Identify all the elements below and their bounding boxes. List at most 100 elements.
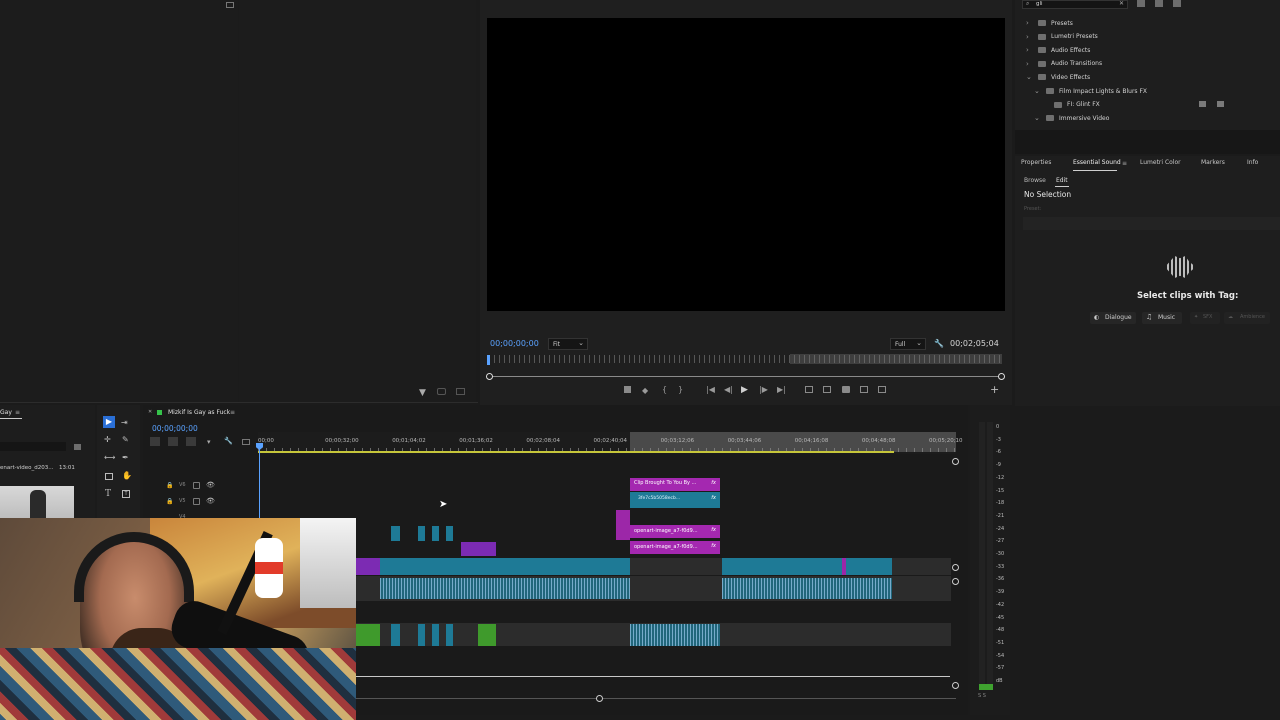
ripple-edit-tool-icon[interactable]: ✛ <box>104 435 111 444</box>
project-item-name[interactable]: enart-video_d203... <box>0 465 54 472</box>
tab-browse[interactable]: Browse <box>1024 178 1046 184</box>
razor-tool-icon[interactable]: ✎ <box>122 435 129 444</box>
audio-clip[interactable] <box>630 624 720 646</box>
zoom-handle-right[interactable] <box>998 373 1005 380</box>
chevron-down-icon[interactable]: ⌄ <box>1026 74 1032 81</box>
effects-tree-item[interactable]: ⌄ Film Impact Lights & Blurs FX <box>1034 85 1147 97</box>
delete-icon[interactable] <box>1173 0 1181 7</box>
work-area-bar[interactable] <box>258 451 894 453</box>
close-tab-icon[interactable]: ✕ <box>148 409 152 415</box>
comparison-view-icon[interactable] <box>860 386 868 393</box>
wrench-icon[interactable]: 🔧 <box>934 339 944 348</box>
linked-selection-icon[interactable] <box>186 437 196 446</box>
new-bin-icon[interactable] <box>74 444 81 450</box>
nest-toggle-icon[interactable] <box>150 437 160 446</box>
timeline-clip[interactable] <box>356 558 380 575</box>
add-button-icon[interactable]: + <box>990 383 999 396</box>
new-preset-bin-icon[interactable] <box>1155 0 1163 7</box>
mark-in-icon[interactable]: { <box>662 385 667 394</box>
lift-icon[interactable] <box>805 386 813 393</box>
fit-dropdown[interactable]: Fit ⌄ <box>548 338 588 350</box>
panel-menu-icon[interactable]: ≡ <box>230 409 235 416</box>
effects-tree-item[interactable]: ⌄ Video Effects <box>1026 71 1090 83</box>
meter-solo-labels[interactable]: S S <box>978 694 986 699</box>
tag-sfx-button[interactable]: ✦ SFX <box>1190 312 1220 324</box>
vertical-scroll-handle[interactable] <box>952 458 959 465</box>
panel-menu-icon[interactable]: ≡ <box>1122 160 1127 167</box>
program-timecode[interactable]: 00;00;00;00 <box>490 340 539 348</box>
project-panel-tab[interactable]: Gay <box>0 410 12 416</box>
tab-info[interactable]: Info <box>1247 160 1258 166</box>
eye-icon[interactable]: 👁 <box>206 497 215 505</box>
timeline-timecode[interactable]: 00;00;00;00 <box>152 425 198 433</box>
track-label-v5[interactable]: V5 <box>179 499 186 504</box>
eye-icon[interactable]: 👁 <box>206 481 215 489</box>
step-forward-icon[interactable]: |▶ <box>759 385 768 394</box>
effects-tree-item[interactable]: › Audio Transitions <box>1026 58 1102 70</box>
vertical-scroll-handle[interactable] <box>952 564 959 571</box>
timeline-clip[interactable] <box>418 624 425 646</box>
filter-icon[interactable]: ▼ <box>419 388 426 398</box>
sequence-tab[interactable]: Mizkif Is Gay as Fuck <box>168 410 230 416</box>
panel-menu-icon[interactable] <box>226 2 234 8</box>
hand-tool-icon[interactable]: ✋ <box>122 471 132 480</box>
effects-tree-item[interactable]: › Presets <box>1026 17 1073 29</box>
chevron-right-icon[interactable]: › <box>1026 47 1032 54</box>
snap-icon[interactable] <box>168 437 178 446</box>
vertical-scroll-handle[interactable] <box>952 578 959 585</box>
chevron-down-icon[interactable]: ⌄ <box>1034 115 1040 122</box>
timeline-playhead[interactable] <box>259 443 260 518</box>
timeline-clip[interactable] <box>432 624 439 646</box>
effects-tree-item[interactable]: › Audio Effects <box>1026 44 1090 56</box>
new-bin-icon[interactable] <box>1137 0 1145 7</box>
sync-lock-icon[interactable] <box>193 482 200 489</box>
go-to-out-icon[interactable]: ▶| <box>777 385 786 394</box>
program-playhead[interactable] <box>487 355 490 365</box>
tab-properties[interactable]: Properties <box>1021 160 1051 166</box>
step-back-icon[interactable]: ◀| <box>724 385 733 394</box>
audio-clip[interactable] <box>380 578 630 599</box>
timeline-clip[interactable]: Clip Brought To You By ... fx <box>630 478 720 491</box>
lock-icon[interactable]: 🔒 <box>166 482 173 489</box>
timeline-clip[interactable] <box>461 542 496 556</box>
timeline-clip[interactable] <box>616 510 630 540</box>
vertical-scroll-handle[interactable] <box>952 682 959 689</box>
timeline-clip[interactable] <box>418 526 425 541</box>
tab-lumetri-color[interactable]: Lumetri Color <box>1140 160 1181 166</box>
marker-icon[interactable]: ◆ <box>642 386 648 395</box>
zoom-handle-left[interactable] <box>486 373 493 380</box>
link-icon[interactable] <box>437 388 446 395</box>
track-select-tool-icon[interactable]: ⇥ <box>121 418 128 427</box>
quality-dropdown[interactable]: Full ⌄ <box>890 338 926 350</box>
export-frame-icon[interactable] <box>842 386 850 393</box>
selection-tool-icon[interactable]: ▶ <box>103 416 115 428</box>
tab-edit[interactable]: Edit <box>1056 178 1068 184</box>
timeline-clip[interactable] <box>391 526 400 541</box>
go-to-in-icon[interactable]: |◀ <box>706 385 715 394</box>
track-label-v6[interactable]: V6 <box>179 483 186 488</box>
add-marker-icon[interactable] <box>624 386 631 393</box>
add-marker-icon[interactable]: ▾ <box>207 438 211 446</box>
timeline-clip[interactable]: 3fe7c5b5058ecb... fx <box>630 492 720 508</box>
extract-icon[interactable] <box>823 386 831 393</box>
chevron-down-icon[interactable]: ⌄ <box>1034 88 1040 95</box>
play-icon[interactable]: ▶ <box>741 385 748 395</box>
timeline-clip[interactable] <box>722 558 892 575</box>
tab-essential-sound[interactable]: Essential Sound <box>1073 160 1121 166</box>
tag-music-button[interactable]: ♫ Music <box>1142 312 1182 324</box>
timeline-clip[interactable] <box>391 624 400 646</box>
timeline-clip[interactable] <box>842 558 846 575</box>
captions-icon[interactable] <box>242 439 250 445</box>
zoom-scrollbar[interactable] <box>489 376 1003 377</box>
tag-ambience-button[interactable]: ☁ Ambience <box>1224 312 1270 324</box>
timeline-clip[interactable] <box>446 526 453 541</box>
effects-tree-item[interactable]: › Lumetri Presets <box>1026 31 1098 43</box>
timeline-clip[interactable] <box>432 526 439 541</box>
proxy-toggle-icon[interactable] <box>878 386 886 393</box>
mark-out-icon[interactable]: } <box>678 385 683 394</box>
caption-tool-icon[interactable]: T <box>122 490 130 498</box>
timeline-clip[interactable] <box>380 558 630 575</box>
chevron-right-icon[interactable]: › <box>1026 33 1032 40</box>
timeline-clip[interactable]: openart-image_a7-f0d9... fx <box>630 541 720 554</box>
effects-tree-item[interactable]: ›FI: Glint FX <box>1042 99 1100 111</box>
